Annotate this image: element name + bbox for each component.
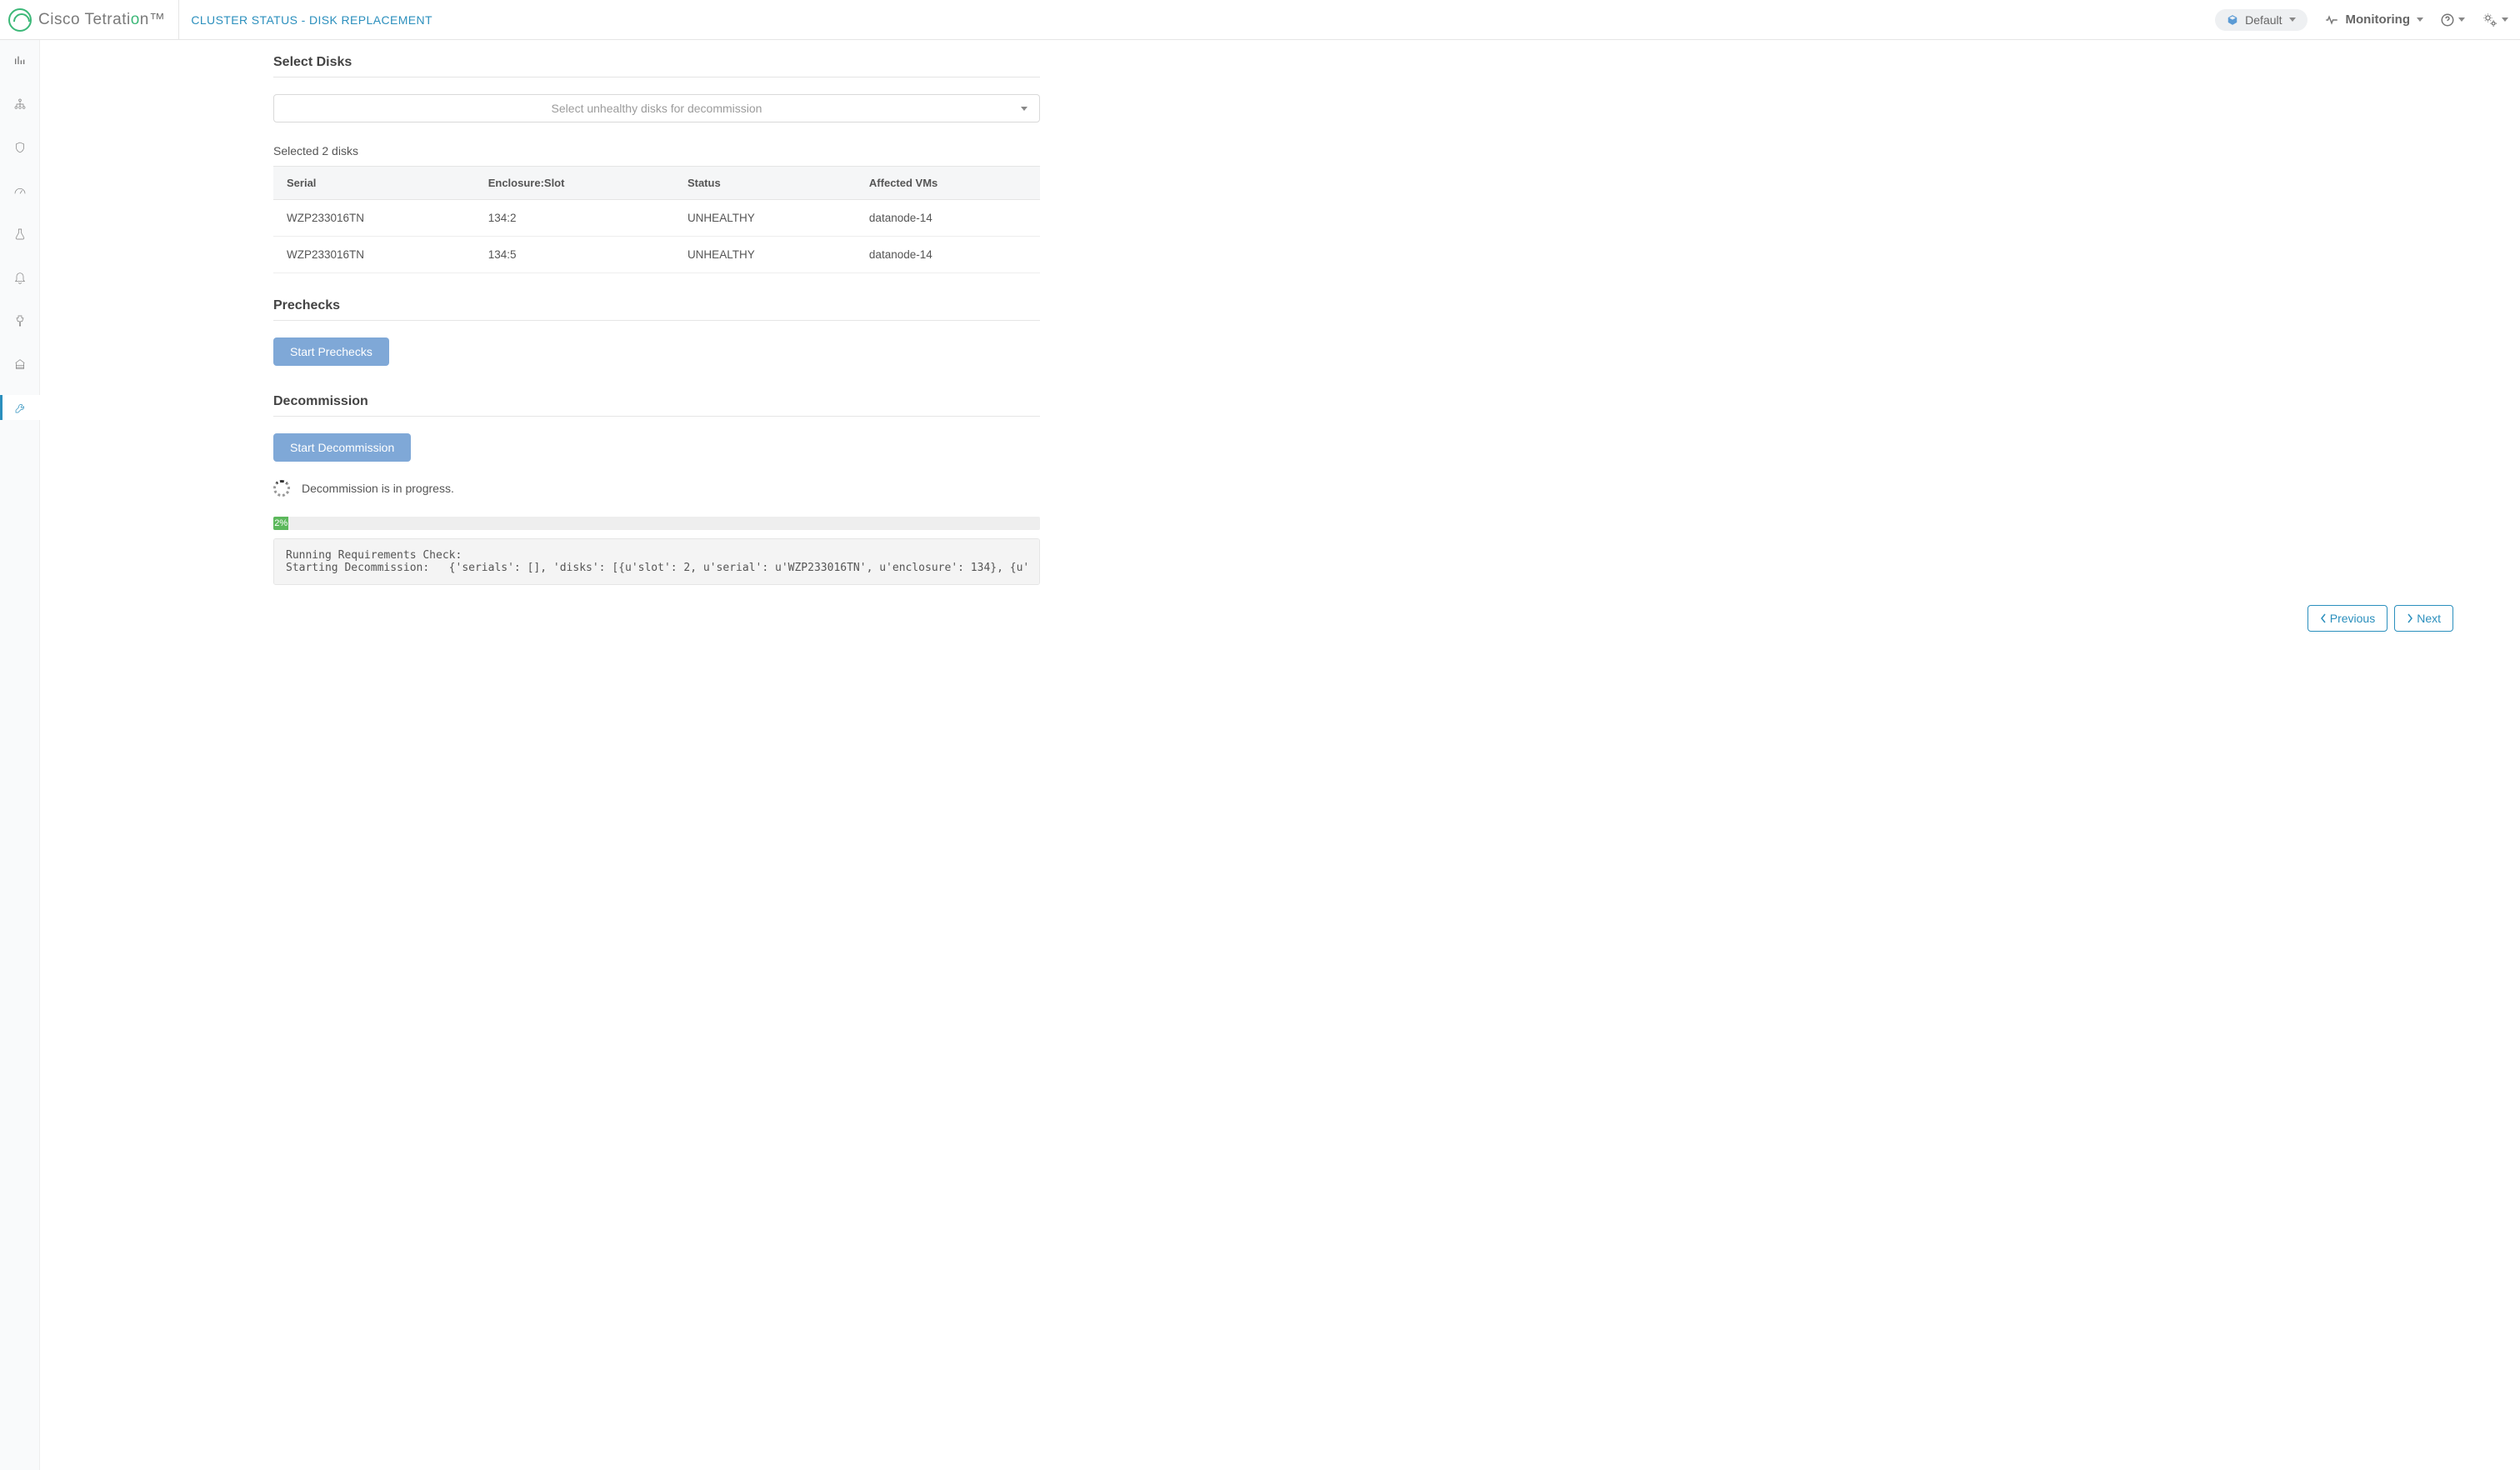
chevron-down-icon [2289, 18, 2296, 22]
table-header-row: Serial Enclosure:Slot Status Affected VM… [273, 167, 1040, 200]
cell-slot: 134:5 [475, 237, 674, 273]
table-row: WZP233016TN 134:5 UNHEALTHY datanode-14 [273, 237, 1040, 273]
cell-slot: 134:2 [475, 200, 674, 237]
console-output: Running Requirements Check: Starting Dec… [273, 538, 1040, 585]
chevron-down-icon [2417, 18, 2423, 22]
sidebar-item-maintenance[interactable] [0, 395, 40, 420]
main-content: Select Disks Select unhealthy disks for … [40, 40, 2520, 1470]
selected-disks-table: Serial Enclosure:Slot Status Affected VM… [273, 166, 1040, 273]
cell-vms: datanode-14 [856, 237, 1040, 273]
cell-status: UNHEALTHY [674, 200, 856, 237]
section-title-prechecks: Prechecks [273, 298, 1040, 321]
next-label: Next [2417, 612, 2441, 625]
col-status: Status [674, 167, 856, 200]
sidebar-item-labs[interactable] [0, 222, 40, 247]
scope-label: Default [2245, 13, 2282, 27]
monitoring-menu[interactable]: Monitoring [2324, 12, 2423, 28]
sidebar [0, 40, 40, 1470]
progress-bar-fill: 2% [273, 517, 288, 530]
topbar: Cisco Tetration™ CLUSTER STATUS - DISK R… [0, 0, 2520, 40]
col-slot: Enclosure:Slot [475, 167, 674, 200]
previous-label: Previous [2330, 612, 2375, 625]
help-menu[interactable] [2440, 12, 2465, 28]
brand-text: Cisco Tetration™ [38, 11, 165, 29]
decommission-status-text: Decommission is in progress. [302, 482, 454, 495]
chevron-down-icon [2458, 18, 2465, 22]
brand-logo-icon [8, 8, 32, 32]
selected-count: Selected 2 disks [273, 144, 1040, 158]
scope-selector[interactable]: Default [2215, 9, 2307, 31]
next-button[interactable]: Next [2394, 605, 2453, 632]
chevron-down-icon [1021, 107, 1028, 111]
help-icon [2440, 12, 2455, 28]
chevron-left-icon [2320, 613, 2327, 623]
cell-serial: WZP233016TN [273, 237, 475, 273]
previous-button[interactable]: Previous [2308, 605, 2388, 632]
cell-vms: datanode-14 [856, 200, 1040, 237]
sidebar-item-performance[interactable] [0, 178, 40, 203]
decommission-status-line: Decommission is in progress. [273, 480, 1040, 497]
disk-select-dropdown[interactable]: Select unhealthy disks for decommission [273, 94, 1040, 122]
section-title-decommission: Decommission [273, 394, 1040, 417]
disk-select-placeholder: Select unhealthy disks for decommission [552, 102, 762, 115]
cube-icon [2227, 14, 2238, 26]
table-row: WZP233016TN 134:2 UNHEALTHY datanode-14 [273, 200, 1040, 237]
chevron-down-icon [2502, 18, 2508, 22]
sidebar-item-security[interactable] [0, 135, 40, 160]
col-serial: Serial [273, 167, 475, 200]
section-title-select-disks: Select Disks [273, 55, 1040, 78]
chevron-right-icon [2407, 613, 2413, 623]
start-prechecks-button[interactable]: Start Prechecks [273, 338, 389, 366]
topbar-right: Default Monitoring [2215, 9, 2508, 31]
gears-icon [2482, 12, 2498, 28]
cell-status: UNHEALTHY [674, 237, 856, 273]
sidebar-item-power[interactable] [0, 308, 40, 333]
sidebar-item-topology[interactable] [0, 92, 40, 117]
brand-area: Cisco Tetration™ [0, 0, 179, 39]
start-decommission-button[interactable]: Start Decommission [273, 433, 411, 462]
cell-serial: WZP233016TN [273, 200, 475, 237]
sidebar-item-alerts[interactable] [0, 265, 40, 290]
progress-bar: 2% [273, 517, 1040, 530]
breadcrumb: CLUSTER STATUS - DISK REPLACEMENT [179, 13, 432, 27]
sidebar-item-datacenter[interactable] [0, 352, 40, 377]
pager: Previous Next [73, 585, 2487, 652]
col-vms: Affected VMs [856, 167, 1040, 200]
heartbeat-icon [2324, 12, 2339, 28]
sidebar-item-dashboards[interactable] [0, 48, 40, 73]
settings-menu[interactable] [2482, 12, 2508, 28]
spinner-icon [273, 480, 290, 497]
monitoring-label: Monitoring [2346, 12, 2410, 27]
